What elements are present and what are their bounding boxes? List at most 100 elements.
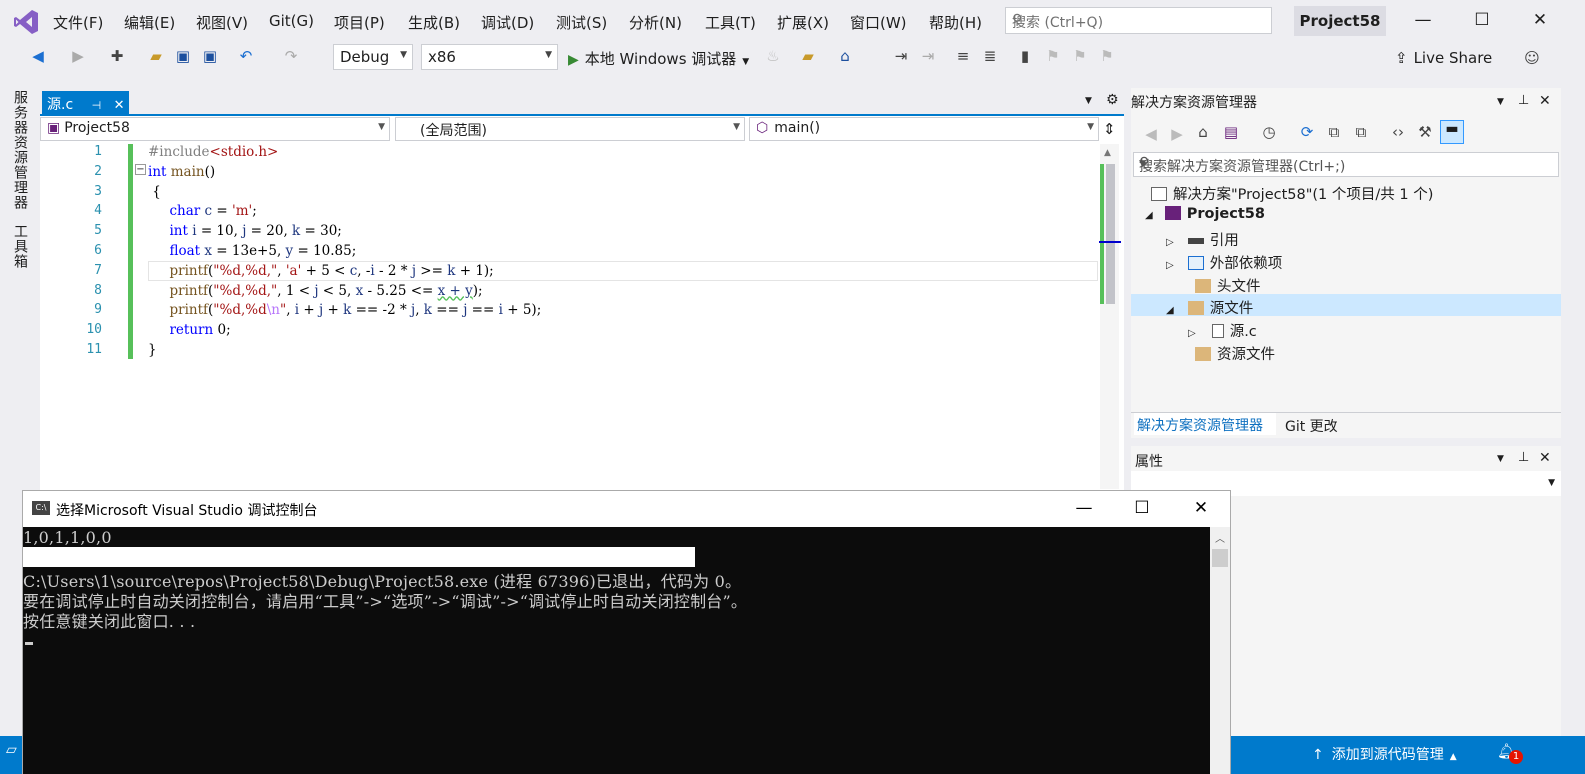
- gear-icon[interactable]: ⚙: [1106, 92, 1119, 108]
- tree-header-files[interactable]: 头文件: [1195, 275, 1261, 296]
- tree-project[interactable]: ◢ Project58: [1145, 206, 1265, 222]
- tab-source-file[interactable]: 源.c ⊣ ✕: [42, 91, 129, 115]
- tree-source-files[interactable]: ◢ 源文件: [1166, 297, 1253, 318]
- panel-dropdown-icon[interactable]: ▼: [1497, 454, 1504, 464]
- solution-search-input[interactable]: 搜索解决方案资源管理器(Ctrl+;) ⚲ ▼: [1133, 152, 1559, 177]
- toolbox-tab[interactable]: 工具箱: [10, 224, 30, 269]
- scrollbar-thumb[interactable]: [1212, 549, 1228, 567]
- tab-git-changes[interactable]: Git 更改: [1285, 416, 1338, 436]
- hot-reload-icon[interactable]: ♨: [763, 47, 783, 65]
- console-maximize-icon[interactable]: ☐: [1132, 498, 1152, 518]
- show-all-files-icon[interactable]: ⧉: [1351, 123, 1371, 141]
- menu-extensions[interactable]: 扩展(X): [777, 12, 829, 33]
- server-explorer-tab[interactable]: 服务器资源管理器: [10, 90, 30, 210]
- back-icon[interactable]: ◀: [28, 47, 48, 65]
- uncomment-icon[interactable]: ≣: [980, 47, 1000, 65]
- close-panel-icon[interactable]: ✕: [1539, 450, 1551, 466]
- menu-help[interactable]: 帮助(H): [929, 12, 982, 33]
- scroll-up-icon[interactable]: ▲: [1104, 148, 1111, 158]
- new-item-icon[interactable]: ✚: [107, 47, 127, 65]
- menu-debug[interactable]: 调试(D): [481, 12, 534, 33]
- nav-project-select[interactable]: ▣ Project58 ▼: [40, 117, 390, 141]
- minimize-icon[interactable]: —: [1412, 10, 1434, 30]
- menu-project[interactable]: 项目(P): [334, 12, 385, 33]
- save-all-icon[interactable]: ▣: [200, 47, 220, 65]
- home-icon[interactable]: ⌂: [1193, 123, 1213, 141]
- pin-icon[interactable]: ⊥: [1518, 93, 1529, 108]
- prev-bookmark-icon[interactable]: ⚑: [1043, 47, 1063, 65]
- add-to-source-control-button[interactable]: ↑ 添加到源代码管理 ▲: [1312, 744, 1457, 764]
- code-line: {: [148, 183, 161, 200]
- start-debugging-button[interactable]: ▶ 本地 Windows 调试器 ▼: [568, 48, 749, 69]
- tree-solution[interactable]: 解决方案"Project58"(1 个项目/共 1 个): [1151, 183, 1433, 204]
- split-icon[interactable]: ⇕: [1103, 120, 1116, 138]
- menu-window[interactable]: 窗口(W): [850, 12, 907, 33]
- tree-source-c[interactable]: ▷ 源.c: [1188, 320, 1257, 341]
- console-close-icon[interactable]: ✕: [1191, 498, 1211, 518]
- menu-test[interactable]: 测试(S): [556, 12, 607, 33]
- tab-solution-explorer[interactable]: 解决方案资源管理器: [1134, 413, 1276, 435]
- find-in-files-icon[interactable]: ▰: [798, 47, 818, 65]
- live-share-button[interactable]: ⇪ Live Share: [1395, 49, 1492, 67]
- collapse-icon[interactable]: −: [135, 164, 146, 175]
- bookmark-icon[interactable]: ▮: [1015, 47, 1035, 65]
- config-select[interactable]: Debug ▼: [333, 44, 413, 70]
- pin-icon[interactable]: ⊣: [92, 99, 102, 112]
- scroll-up-icon[interactable]: ︿: [1215, 530, 1225, 545]
- sync-icon[interactable]: ⟳: [1297, 123, 1317, 141]
- view-code-icon[interactable]: ‹›: [1388, 123, 1408, 141]
- console-minimize-icon[interactable]: —: [1074, 498, 1094, 518]
- menu-tools[interactable]: 工具(T): [705, 12, 756, 33]
- search-input[interactable]: 搜索 (Ctrl+Q) ⚲: [1005, 7, 1272, 34]
- menu-file[interactable]: 文件(F): [53, 12, 103, 33]
- chevron-down-icon: ▼: [400, 50, 407, 60]
- clear-bookmarks-icon[interactable]: ⚑: [1097, 47, 1117, 65]
- console-cursor: [25, 642, 33, 645]
- wrench-icon[interactable]: ⚒: [1415, 123, 1435, 141]
- feedback-icon[interactable]: ☺: [1522, 49, 1542, 67]
- close-icon[interactable]: ✕: [1529, 10, 1551, 30]
- menu-view[interactable]: 视图(V): [196, 12, 248, 33]
- close-panel-icon[interactable]: ✕: [1539, 93, 1551, 109]
- back-icon[interactable]: ◀: [1141, 125, 1161, 143]
- panel-dropdown-icon[interactable]: ▼: [1497, 97, 1504, 107]
- visual-studio-logo-icon[interactable]: [12, 8, 40, 36]
- notification-badge: 1: [1509, 750, 1523, 764]
- open-folder-icon[interactable]: ▰: [146, 47, 166, 65]
- tree-resource-files[interactable]: 资源文件: [1195, 343, 1275, 364]
- menu-git[interactable]: Git(G): [269, 12, 314, 30]
- step-over-icon[interactable]: ⇥: [918, 47, 938, 65]
- pin-icon[interactable]: ⊥: [1518, 450, 1529, 465]
- nav-scope-select[interactable]: (全局范围) ▼: [395, 117, 745, 141]
- console-scrollbar[interactable]: ︿: [1210, 527, 1230, 774]
- code-lines[interactable]: #include<stdio.h> int main() { char c = …: [148, 144, 541, 362]
- ready-icon: ▱: [6, 742, 17, 758]
- step-icon[interactable]: ⇥: [891, 47, 911, 65]
- collapse-all-icon[interactable]: ⧉: [1324, 123, 1344, 141]
- scrollbar-thumb[interactable]: [1106, 164, 1115, 304]
- save-icon[interactable]: ▣: [173, 47, 193, 65]
- forward-icon[interactable]: ▶: [68, 47, 88, 65]
- menu-analyze[interactable]: 分析(N): [629, 12, 682, 33]
- close-tab-icon[interactable]: ✕: [114, 98, 125, 113]
- tree-external-deps[interactable]: ▷ 外部依赖项: [1166, 252, 1282, 273]
- pending-changes-icon[interactable]: ◷: [1259, 123, 1279, 141]
- console-line: 按任意键关闭此窗口. . .: [23, 612, 196, 631]
- undo-icon[interactable]: ↶: [236, 47, 256, 65]
- menu-edit[interactable]: 编辑(E): [124, 12, 175, 33]
- platform-select[interactable]: x86 ▼: [421, 44, 558, 70]
- next-bookmark-icon[interactable]: ⚑: [1070, 47, 1090, 65]
- maximize-icon[interactable]: ☐: [1471, 10, 1493, 30]
- redo-icon[interactable]: ↷: [281, 47, 301, 65]
- preview-selected-icon[interactable]: ▬: [1440, 120, 1464, 144]
- nav-member-select[interactable]: ⬡ main() ▼: [749, 117, 1099, 141]
- forward-icon[interactable]: ▶: [1167, 125, 1187, 143]
- tab-dropdown-icon[interactable]: ▼: [1085, 96, 1092, 106]
- home-icon[interactable]: ⌂: [835, 47, 855, 65]
- menu-build[interactable]: 生成(B): [408, 12, 460, 33]
- method-icon: ⬡: [756, 120, 769, 136]
- tree-references[interactable]: ▷ 引用: [1166, 229, 1239, 250]
- editor-scrollbar[interactable]: [1100, 144, 1119, 489]
- comment-icon[interactable]: ≡: [953, 47, 973, 65]
- switch-views-icon[interactable]: ▤: [1221, 123, 1241, 141]
